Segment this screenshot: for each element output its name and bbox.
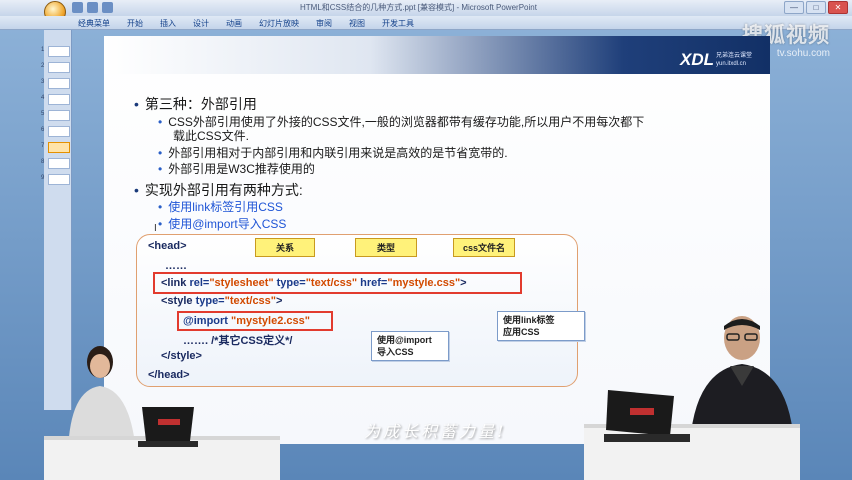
tab-animation[interactable]: 动画 xyxy=(226,18,242,29)
heading-external-reference: • 第三种：外部引用 xyxy=(134,96,257,112)
bullet-icon: • xyxy=(158,200,163,214)
window-title: HTML和CSS结合的几种方式.ppt [兼容模式] - Microsoft P… xyxy=(300,3,537,12)
xdl-logo: XDL xyxy=(680,50,714,69)
tab-design[interactable]: 设计 xyxy=(193,18,209,29)
ribbon-tabs: 经典菜单 开始 插入 设计 动画 幻灯片放映 审阅 视图 开发工具 xyxy=(78,18,414,29)
tab-insert[interactable]: 插入 xyxy=(160,18,176,29)
code-example-box: <head> …… <link rel="stylesheet" type="t… xyxy=(136,234,585,387)
tab-classic-menu[interactable]: 经典菜单 xyxy=(78,18,110,29)
import-highlight-box xyxy=(177,311,333,331)
slide-thumb[interactable]: 5 xyxy=(41,110,70,121)
bullet-item: • 外部引用相对于内部引用和内联引用来说是高效的是节省宽带的. xyxy=(158,146,508,160)
sohu-url: tv.sohu.com xyxy=(776,48,830,59)
code-style-close: </style> xyxy=(161,350,202,362)
code-style-open: <style type="text/css"> xyxy=(161,295,283,307)
bullet-icon: • xyxy=(134,182,139,198)
title-bar: HTML和CSS结合的几种方式.ppt [兼容模式] - Microsoft P… xyxy=(0,0,852,23)
slide-thumb[interactable]: 3 xyxy=(41,78,70,89)
save-icon[interactable] xyxy=(72,2,83,13)
quick-access-toolbar xyxy=(72,2,113,13)
bullet-item: • 使用link标签引用CSS xyxy=(158,200,283,214)
callout-filename: css文件名 xyxy=(453,238,515,257)
window-controls: — □ ✕ xyxy=(784,1,848,14)
bullet-icon: • xyxy=(158,217,163,231)
slide-canvas[interactable]: XDL 兄弟连云课堂 yun.itxdl.cn • 第三种：外部引用 • CSS外部… xyxy=(104,36,770,444)
slide-thumb[interactable]: 6 xyxy=(41,126,70,137)
laptop-right-icon xyxy=(604,388,690,444)
link-highlight-box xyxy=(153,272,522,294)
maximize-button[interactable]: □ xyxy=(806,1,826,14)
close-button[interactable]: ✕ xyxy=(828,1,848,14)
slide-thumb-active[interactable]: 7 xyxy=(41,142,70,153)
bullet-item: • 使用@import导入CSS xyxy=(158,217,287,231)
callout-relation: 关系 xyxy=(255,238,315,257)
slide-header-banner: XDL 兄弟连云课堂 yun.itxdl.cn xyxy=(104,36,770,74)
tab-view[interactable]: 视图 xyxy=(349,18,365,29)
studio-slogan: 为成长积蓄力量! xyxy=(364,422,507,441)
code-comment-line: ……. /*其它CSS定义*/ xyxy=(183,335,293,347)
redo-icon[interactable] xyxy=(102,2,113,13)
tab-slideshow[interactable]: 幻灯片放映 xyxy=(259,18,299,29)
slide-thumb[interactable]: 8 xyxy=(41,158,70,169)
text-cursor-icon: I xyxy=(154,223,157,234)
undo-icon[interactable] xyxy=(87,2,98,13)
callout-type: 类型 xyxy=(355,238,417,257)
ribbon: 经典菜单 开始 插入 设计 动画 幻灯片放映 审阅 视图 开发工具 xyxy=(0,16,852,30)
video-frame: HTML和CSS结合的几种方式.ppt [兼容模式] - Microsoft P… xyxy=(0,0,852,480)
xdl-logo-subtitle: 兄弟连云课堂 yun.itxdl.cn xyxy=(716,53,753,67)
slide-thumb[interactable]: 1 xyxy=(41,46,70,57)
bullet-icon: • xyxy=(158,115,163,129)
bullet-icon: • xyxy=(158,162,163,176)
code-ellipsis: …… xyxy=(165,260,187,272)
laptop-left-icon xyxy=(138,405,198,449)
bullet-icon: • xyxy=(158,146,163,160)
bullet-item-continued: 载此CSS文件. xyxy=(173,129,250,143)
bullet-icon: • xyxy=(134,96,139,112)
tab-review[interactable]: 审阅 xyxy=(316,18,332,29)
bullet-item: • 外部引用是W3C推荐使用的 xyxy=(158,162,315,176)
slide-thumb[interactable]: 2 xyxy=(41,62,70,73)
slide-thumb[interactable]: 9 xyxy=(41,174,70,185)
slide-thumb[interactable]: 4 xyxy=(41,94,70,105)
callout-import-note: 使用@import 导入CSS xyxy=(371,331,449,361)
minimize-button[interactable]: — xyxy=(784,1,804,14)
tab-home[interactable]: 开始 xyxy=(127,18,143,29)
code-head-open: <head> xyxy=(148,240,187,252)
presenter-man xyxy=(690,312,794,442)
callout-link-note: 使用link标签 应用CSS xyxy=(497,311,585,341)
heading-two-methods: • 实现外部引用有两种方式: xyxy=(134,182,303,198)
tab-developer[interactable]: 开发工具 xyxy=(382,18,414,29)
code-head-close: </head> xyxy=(148,369,190,381)
